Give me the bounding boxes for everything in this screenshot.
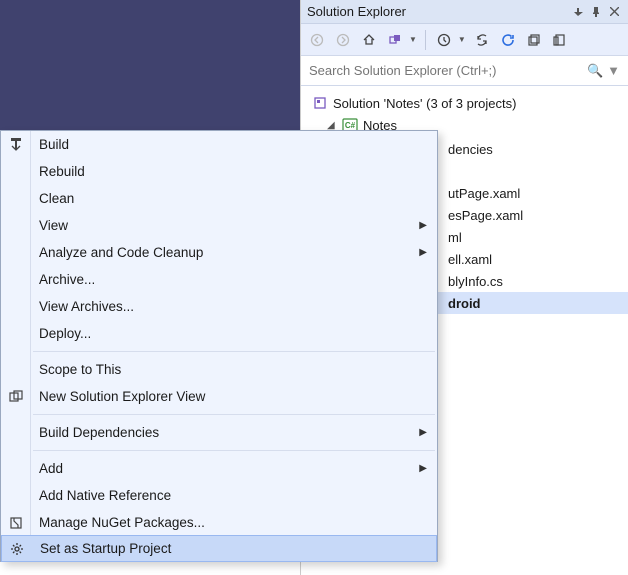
dropdown-icon[interactable]: ▼ (458, 35, 466, 44)
panel-title: Solution Explorer (307, 4, 568, 19)
menu-label: Analyze and Code Cleanup (39, 245, 203, 260)
menu-label: Manage NuGet Packages... (39, 515, 205, 530)
menu-label: Clean (39, 191, 74, 206)
tree-label: esPage.xaml (448, 208, 523, 223)
menu-set-startup[interactable]: Set as Startup Project (1, 535, 437, 562)
menu-label: Add (39, 461, 63, 476)
build-icon (7, 138, 25, 152)
tree-label: dencies (448, 142, 493, 157)
menu-label: Scope to This (39, 362, 121, 377)
solution-label: Solution 'Notes' (3 of 3 projects) (333, 96, 516, 111)
menu-deploy[interactable]: Deploy... (1, 320, 437, 347)
forward-icon[interactable] (333, 30, 353, 50)
menu-archive[interactable]: Archive... (1, 266, 437, 293)
back-icon[interactable] (307, 30, 327, 50)
menu-label: Build (39, 137, 69, 152)
menu-label: Archive... (39, 272, 95, 287)
svg-text:C#: C# (345, 121, 356, 130)
menu-build[interactable]: Build (1, 131, 437, 158)
menu-label: Set as Startup Project (40, 541, 171, 556)
menu-add-native[interactable]: Add Native Reference (1, 482, 437, 509)
menu-build-deps[interactable]: Build Dependencies ▶ (1, 419, 437, 446)
submenu-arrow-icon: ▶ (419, 427, 427, 438)
expander-icon[interactable]: ◢ (327, 120, 341, 131)
menu-view-archives[interactable]: View Archives... (1, 293, 437, 320)
tree-partial: dencies utPage.xaml esPage.xaml ml ell.x… (438, 138, 628, 314)
submenu-arrow-icon: ▶ (419, 247, 427, 258)
tree-item[interactable]: blyInfo.cs (438, 270, 628, 292)
nuget-icon (7, 516, 25, 530)
menu-label: View (39, 218, 68, 233)
submenu-arrow-icon: ▶ (419, 220, 427, 231)
menu-separator (33, 450, 435, 451)
tree-item[interactable]: ell.xaml (438, 248, 628, 270)
tree-label: blyInfo.cs (448, 274, 503, 289)
menu-label: Deploy... (39, 326, 91, 341)
context-menu: Build Rebuild Clean View ▶ Analyze and Co… (0, 130, 438, 562)
solution-node[interactable]: Solution 'Notes' (3 of 3 projects) (301, 92, 628, 114)
menu-label: Add Native Reference (39, 488, 171, 503)
home-icon[interactable] (359, 30, 379, 50)
search-input[interactable] (309, 63, 587, 78)
new-view-icon (7, 390, 25, 404)
menu-view[interactable]: View ▶ (1, 212, 437, 239)
tree-item[interactable]: dencies (438, 138, 628, 160)
search-box[interactable]: 🔍 ▼ (301, 56, 628, 86)
gear-icon (8, 542, 26, 556)
menu-clean[interactable]: Clean (1, 185, 437, 212)
tree-item[interactable]: esPage.xaml (438, 204, 628, 226)
refresh-icon[interactable] (498, 30, 518, 50)
menu-nuget[interactable]: Manage NuGet Packages... (1, 509, 437, 536)
switch-views-icon[interactable] (385, 30, 405, 50)
dropdown-icon[interactable]: ▼ (607, 63, 620, 78)
close-icon[interactable] (606, 4, 622, 20)
panel-toolbar: ▼ ▼ (301, 24, 628, 56)
search-icon[interactable]: 🔍 (587, 63, 603, 79)
menu-label: Build Dependencies (39, 425, 159, 440)
tree-label: utPage.xaml (448, 186, 520, 201)
tree-label: ell.xaml (448, 252, 492, 267)
menu-separator (33, 414, 435, 415)
tree-label: ml (448, 230, 462, 245)
menu-label: View Archives... (39, 299, 134, 314)
editor-background (0, 0, 300, 130)
menu-rebuild[interactable]: Rebuild (1, 158, 437, 185)
pin-icon[interactable] (588, 4, 604, 20)
dropdown-icon[interactable]: ▼ (409, 35, 417, 44)
sync-icon[interactable] (472, 30, 492, 50)
solution-icon (311, 96, 329, 110)
menu-separator (33, 351, 435, 352)
menu-new-view[interactable]: New Solution Explorer View (1, 383, 437, 410)
menu-add[interactable]: Add ▶ (1, 455, 437, 482)
menu-analyze[interactable]: Analyze and Code Cleanup ▶ (1, 239, 437, 266)
menu-label: Rebuild (39, 164, 85, 179)
collapse-all-icon[interactable] (524, 30, 544, 50)
submenu-arrow-icon: ▶ (419, 463, 427, 474)
tree-item-selected[interactable]: droid (438, 292, 628, 314)
tree-item[interactable]: ml (438, 226, 628, 248)
tree-item[interactable]: utPage.xaml (438, 182, 628, 204)
show-all-icon[interactable] (550, 30, 570, 50)
tree-label: droid (448, 296, 481, 311)
pending-changes-icon[interactable] (434, 30, 454, 50)
window-position-icon[interactable] (570, 4, 586, 20)
toolbar-separator (425, 30, 426, 50)
panel-titlebar: Solution Explorer (301, 0, 628, 24)
menu-label: New Solution Explorer View (39, 389, 205, 404)
menu-scope[interactable]: Scope to This (1, 356, 437, 383)
